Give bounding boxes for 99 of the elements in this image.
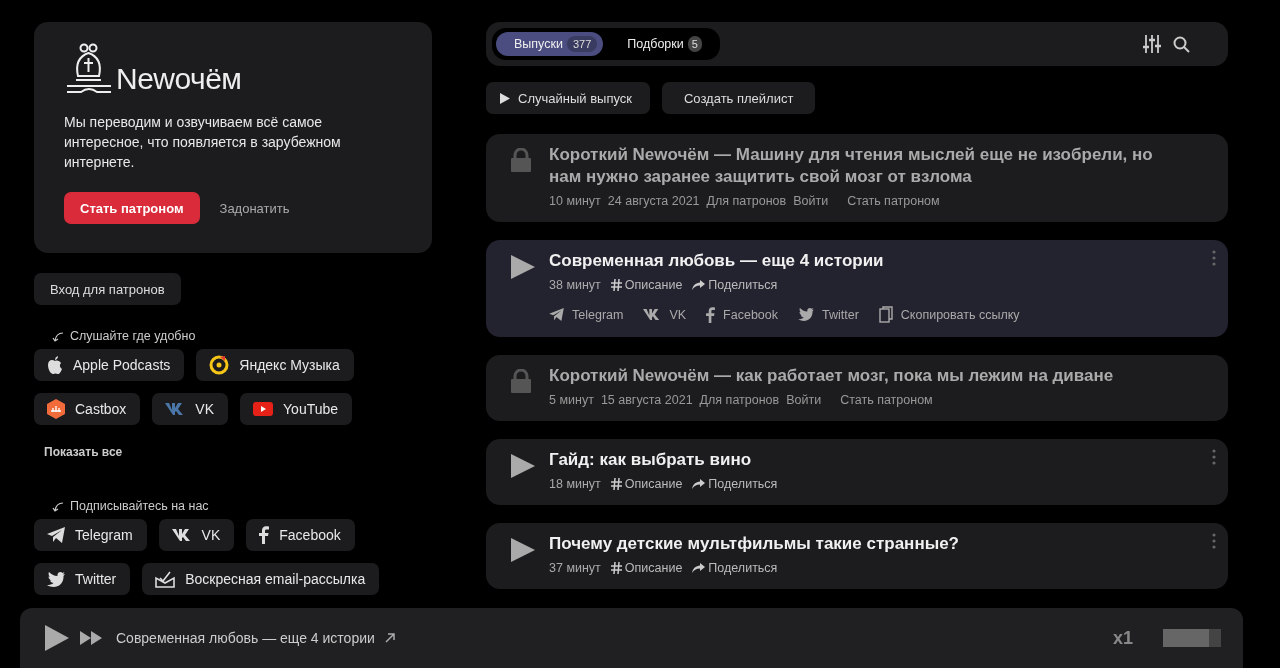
- vk-icon: [643, 309, 662, 320]
- share-link[interactable]: Поделиться: [692, 561, 778, 575]
- patron-login-button[interactable]: Вход для патронов: [34, 273, 181, 305]
- share-link[interactable]: Поделиться: [692, 477, 778, 491]
- lock-icon: [510, 148, 532, 172]
- become-patron-link[interactable]: Стать патроном: [847, 194, 940, 208]
- share-option[interactable]: VK: [643, 306, 687, 323]
- play-icon: [500, 92, 510, 104]
- bird-icon: [47, 571, 65, 587]
- play-icon[interactable]: [510, 254, 536, 280]
- description-link[interactable]: Описание: [610, 278, 683, 292]
- diagonal-arrow-icon[interactable]: [384, 633, 395, 643]
- episode-duration: 38 минут: [549, 278, 601, 292]
- episode-title[interactable]: Почему детские мультфильмы такие странные?: [549, 533, 959, 555]
- social-button[interactable]: VK: [158, 519, 235, 551]
- facebook-icon: [259, 526, 270, 544]
- episode-date: 15 августа 2021: [600, 393, 693, 407]
- count-badge: 5: [687, 36, 702, 52]
- login-link[interactable]: Войти: [786, 393, 822, 407]
- copy-icon: [878, 306, 893, 323]
- episode-duration: 18 минут: [549, 477, 601, 491]
- share-option[interactable]: Facebook: [706, 306, 778, 323]
- castbox-icon: [47, 399, 65, 419]
- episode-card[interactable]: Короткий Newочём — Машину для чтения мыслей еще не изобрели, но нам нужно заранее защитить свой мозг от взлома 10 минут 24 августа 2021 Для патронов Войти Стать патроном: [486, 134, 1228, 222]
- play-icon[interactable]: [510, 453, 536, 479]
- facebook-icon: [706, 306, 716, 323]
- donate-link[interactable]: Задонатить: [219, 200, 290, 216]
- show-all-link[interactable]: Показать все: [44, 445, 123, 459]
- music-disc-icon: [209, 355, 230, 375]
- bird-icon: [798, 308, 814, 321]
- episode-card[interactable]: Современная любовь — еще 4 истории 38 минут Описание Поделиться Telegram VK Facebook Twitter Скопировать ссылку: [486, 240, 1228, 337]
- access-label: Для патронов: [699, 393, 780, 407]
- play-icon[interactable]: [44, 624, 70, 652]
- hash-icon: [610, 478, 622, 490]
- share-option[interactable]: Twitter: [798, 306, 859, 323]
- episode-card[interactable]: Короткий Newочём — как работает мозг, пока мы лежим на диване 5 минут 15 августа 2021 Для патронов Войти Стать патроном: [486, 355, 1228, 421]
- social-button[interactable]: Воскресная email-рассылка: [142, 563, 380, 595]
- about-description: Мы переводим и озвучиваем всё самое интересное, что появляется в зарубежном интернете.: [64, 113, 342, 172]
- hash-icon: [610, 279, 622, 291]
- tab[interactable]: Выпуски 377: [496, 32, 604, 56]
- platform-button[interactable]: VK: [152, 393, 229, 425]
- episode-duration: 10 минут: [549, 194, 601, 208]
- action-button[interactable]: Создать плейлист: [661, 82, 816, 114]
- episode-card[interactable]: Гайд: как выбрать вино 18 минут Описание Поделиться: [486, 439, 1228, 505]
- volume-slider[interactable]: [1163, 629, 1221, 647]
- episode-title[interactable]: Гайд: как выбрать вино: [549, 449, 778, 471]
- share-arrow-icon: [692, 479, 706, 489]
- episode-duration: 5 минут: [549, 393, 594, 407]
- access-label: Для патронов: [706, 194, 787, 208]
- section-heading: Слушайте где удобно: [70, 329, 196, 343]
- apple-icon: [47, 356, 63, 374]
- vk-icon: [171, 529, 192, 541]
- social-button[interactable]: Telegram: [34, 519, 147, 551]
- play-icon[interactable]: [510, 537, 536, 563]
- envelope-icon: [155, 570, 176, 588]
- more-options-icon[interactable]: [1212, 250, 1216, 266]
- episode-title[interactable]: Короткий Newочём — как работает мозг, пока мы лежим на диване: [549, 365, 1114, 387]
- more-options-icon[interactable]: [1212, 533, 1216, 549]
- now-playing-title[interactable]: Современная любовь — еще 4 истории: [116, 630, 375, 646]
- platform-button[interactable]: Яндекс Музыка: [196, 349, 354, 381]
- filter-sliders-icon[interactable]: [1143, 35, 1161, 53]
- platform-button[interactable]: YouTube: [240, 393, 353, 425]
- share-link[interactable]: Поделиться: [692, 278, 778, 292]
- become-patron-link[interactable]: Стать патроном: [840, 393, 933, 407]
- description-link[interactable]: Описание: [610, 561, 683, 575]
- episode-card[interactable]: Почему детские мультфильмы такие странные? 37 минут Описание Поделиться: [486, 523, 1228, 589]
- episode-title[interactable]: Короткий Newочём — Машину для чтения мыслей еще не изобрели, но нам нужно заранее защитить свой мозг от взлома: [549, 144, 1188, 188]
- hash-icon: [610, 562, 622, 574]
- login-link[interactable]: Войти: [793, 194, 829, 208]
- playback-speed-button[interactable]: x1: [1106, 626, 1139, 650]
- fast-forward-icon[interactable]: [80, 631, 102, 645]
- share-arrow-icon: [692, 563, 706, 573]
- social-button[interactable]: Facebook: [246, 519, 355, 551]
- bishop-logo-icon: [64, 42, 114, 96]
- youtube-icon: [253, 402, 274, 416]
- episode-title[interactable]: Современная любовь — еще 4 истории: [549, 250, 1020, 272]
- section-heading: Подписывайтесь на нас: [70, 499, 209, 513]
- paper-plane-icon: [549, 308, 564, 321]
- curved-arrow-icon: [52, 501, 64, 513]
- lock-icon: [510, 369, 532, 393]
- tab[interactable]: Подборки 5: [609, 32, 716, 56]
- more-options-icon[interactable]: [1212, 449, 1216, 465]
- paper-plane-icon: [47, 527, 65, 543]
- share-option[interactable]: Telegram: [549, 306, 624, 323]
- share-arrow-icon: [692, 280, 706, 290]
- vk-icon: [165, 403, 186, 415]
- episode-date: 24 августа 2021: [607, 194, 700, 208]
- description-link[interactable]: Описание: [610, 477, 683, 491]
- search-icon[interactable]: [1173, 35, 1190, 53]
- become-patron-button[interactable]: Стать патроном: [64, 192, 200, 224]
- episode-duration: 37 минут: [549, 561, 601, 575]
- platform-button[interactable]: Apple Podcasts: [34, 349, 185, 381]
- logo-wordmark: Newочём: [116, 62, 242, 96]
- share-option[interactable]: Скопировать ссылку: [878, 306, 1020, 323]
- action-button[interactable]: Случайный выпуск: [486, 82, 650, 114]
- count-badge: 377: [566, 36, 598, 52]
- curved-arrow-icon: [52, 331, 64, 343]
- social-button[interactable]: Twitter: [34, 563, 131, 595]
- platform-button[interactable]: Castbox: [34, 393, 141, 425]
